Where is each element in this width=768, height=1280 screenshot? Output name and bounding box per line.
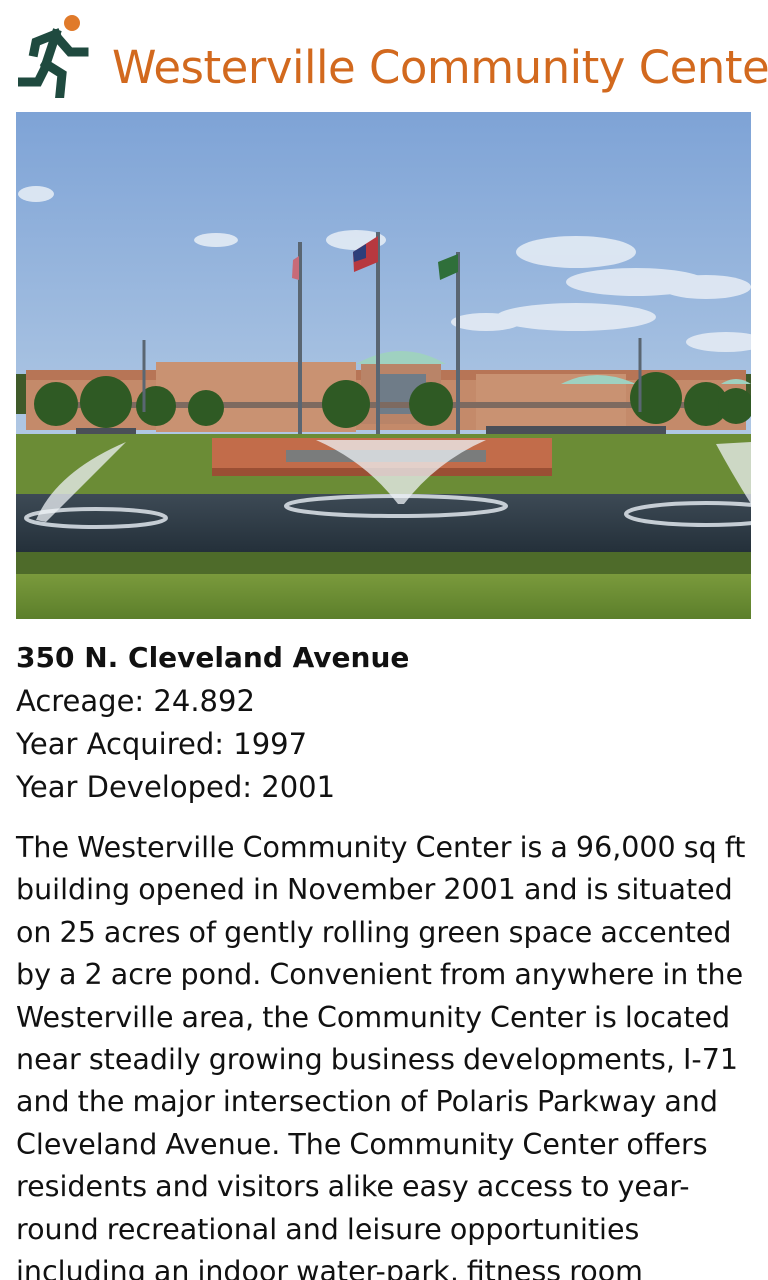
app-header: Westerville Community Center	[0, 0, 768, 112]
year-acquired-value: 1997	[233, 727, 308, 761]
park-description: The Westerville Community Center is a 96…	[16, 831, 746, 1280]
year-acquired-label: Year Acquired:	[16, 727, 225, 761]
community-center-photo	[16, 112, 751, 619]
year-developed-row: Year Developed: 2001	[16, 766, 751, 809]
acreage-row: Acreage: 24.892	[16, 680, 751, 723]
park-details: 350 N. Cleveland Avenue Acreage: 24.892 …	[16, 636, 751, 809]
running-person-icon	[17, 14, 94, 99]
year-acquired-row: Year Acquired: 1997	[16, 723, 751, 766]
year-developed-label: Year Developed:	[16, 770, 253, 804]
acreage-label: Acreage:	[16, 684, 145, 718]
acreage-value: 24.892	[153, 684, 255, 718]
page-title: Westerville Community Center	[112, 41, 768, 94]
park-address: 350 N. Cleveland Avenue	[16, 641, 410, 674]
year-developed-value: 2001	[261, 770, 336, 804]
